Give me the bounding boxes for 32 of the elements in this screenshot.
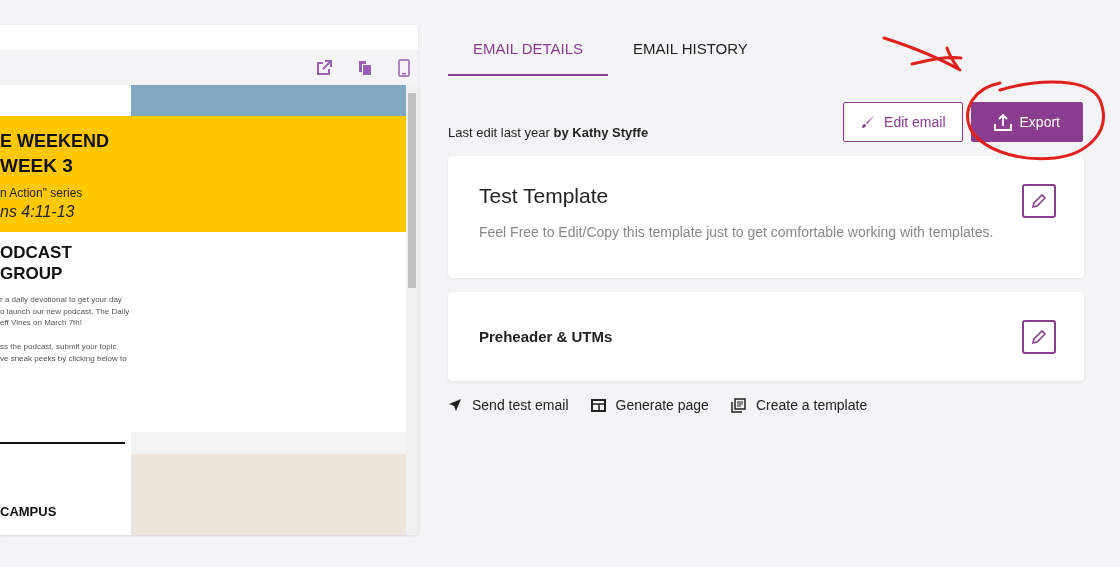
edit-email-button[interactable]: Edit email — [843, 102, 963, 142]
external-link-icon[interactable] — [316, 60, 332, 76]
edit-button[interactable] — [1022, 319, 1056, 354]
card-title: Test Template — [479, 184, 609, 208]
layout-icon — [590, 398, 606, 412]
body-paragraph: r a daily devotional to get your day o launch our new podcast, The Daily eff Vines on March 7th! — [0, 294, 130, 330]
section-title: ODCAST GROUP — [0, 242, 72, 284]
pencil-icon — [1031, 193, 1047, 209]
document-icon — [730, 397, 746, 413]
export-button[interactable]: Export — [970, 102, 1083, 142]
tab[interactable]: EMAIL DETAILS — [448, 25, 609, 76]
series-text: n Action" series — [0, 186, 83, 200]
body-paragraph: ss the podcast, submit your topic ve sneak peeks by clicking below to — [0, 341, 127, 365]
action-link[interactable]: Send test email — [448, 397, 569, 413]
pencil-icon — [1031, 328, 1047, 345]
action-link[interactable]: Generate page — [590, 397, 709, 413]
action-link[interactable]: Create a template — [730, 397, 868, 413]
mobile-icon[interactable] — [398, 59, 410, 77]
paper-plane-icon — [448, 398, 462, 412]
verse-text: ns 4:11-13 — [0, 203, 75, 221]
copy-icon[interactable] — [358, 60, 372, 76]
scrollbar[interactable] — [406, 85, 418, 535]
banner-week: WEEK 3 — [0, 154, 73, 178]
upload-icon — [993, 113, 1012, 131]
edit-button[interactable] — [1022, 184, 1056, 218]
brush-icon — [860, 114, 877, 130]
card-title: Preheader & UTMs — [479, 328, 613, 345]
card-description: Feel Free to Edit/Copy this template just to get comfortable working with templates. — [479, 224, 994, 240]
last-edit-text: Last edit last year by Kathy Styffe — [448, 125, 649, 142]
campus-title: CAMPUS — [0, 504, 57, 519]
tab[interactable]: EMAIL HISTORY — [608, 25, 773, 76]
banner-title: E WEEKEND — [0, 130, 109, 152]
